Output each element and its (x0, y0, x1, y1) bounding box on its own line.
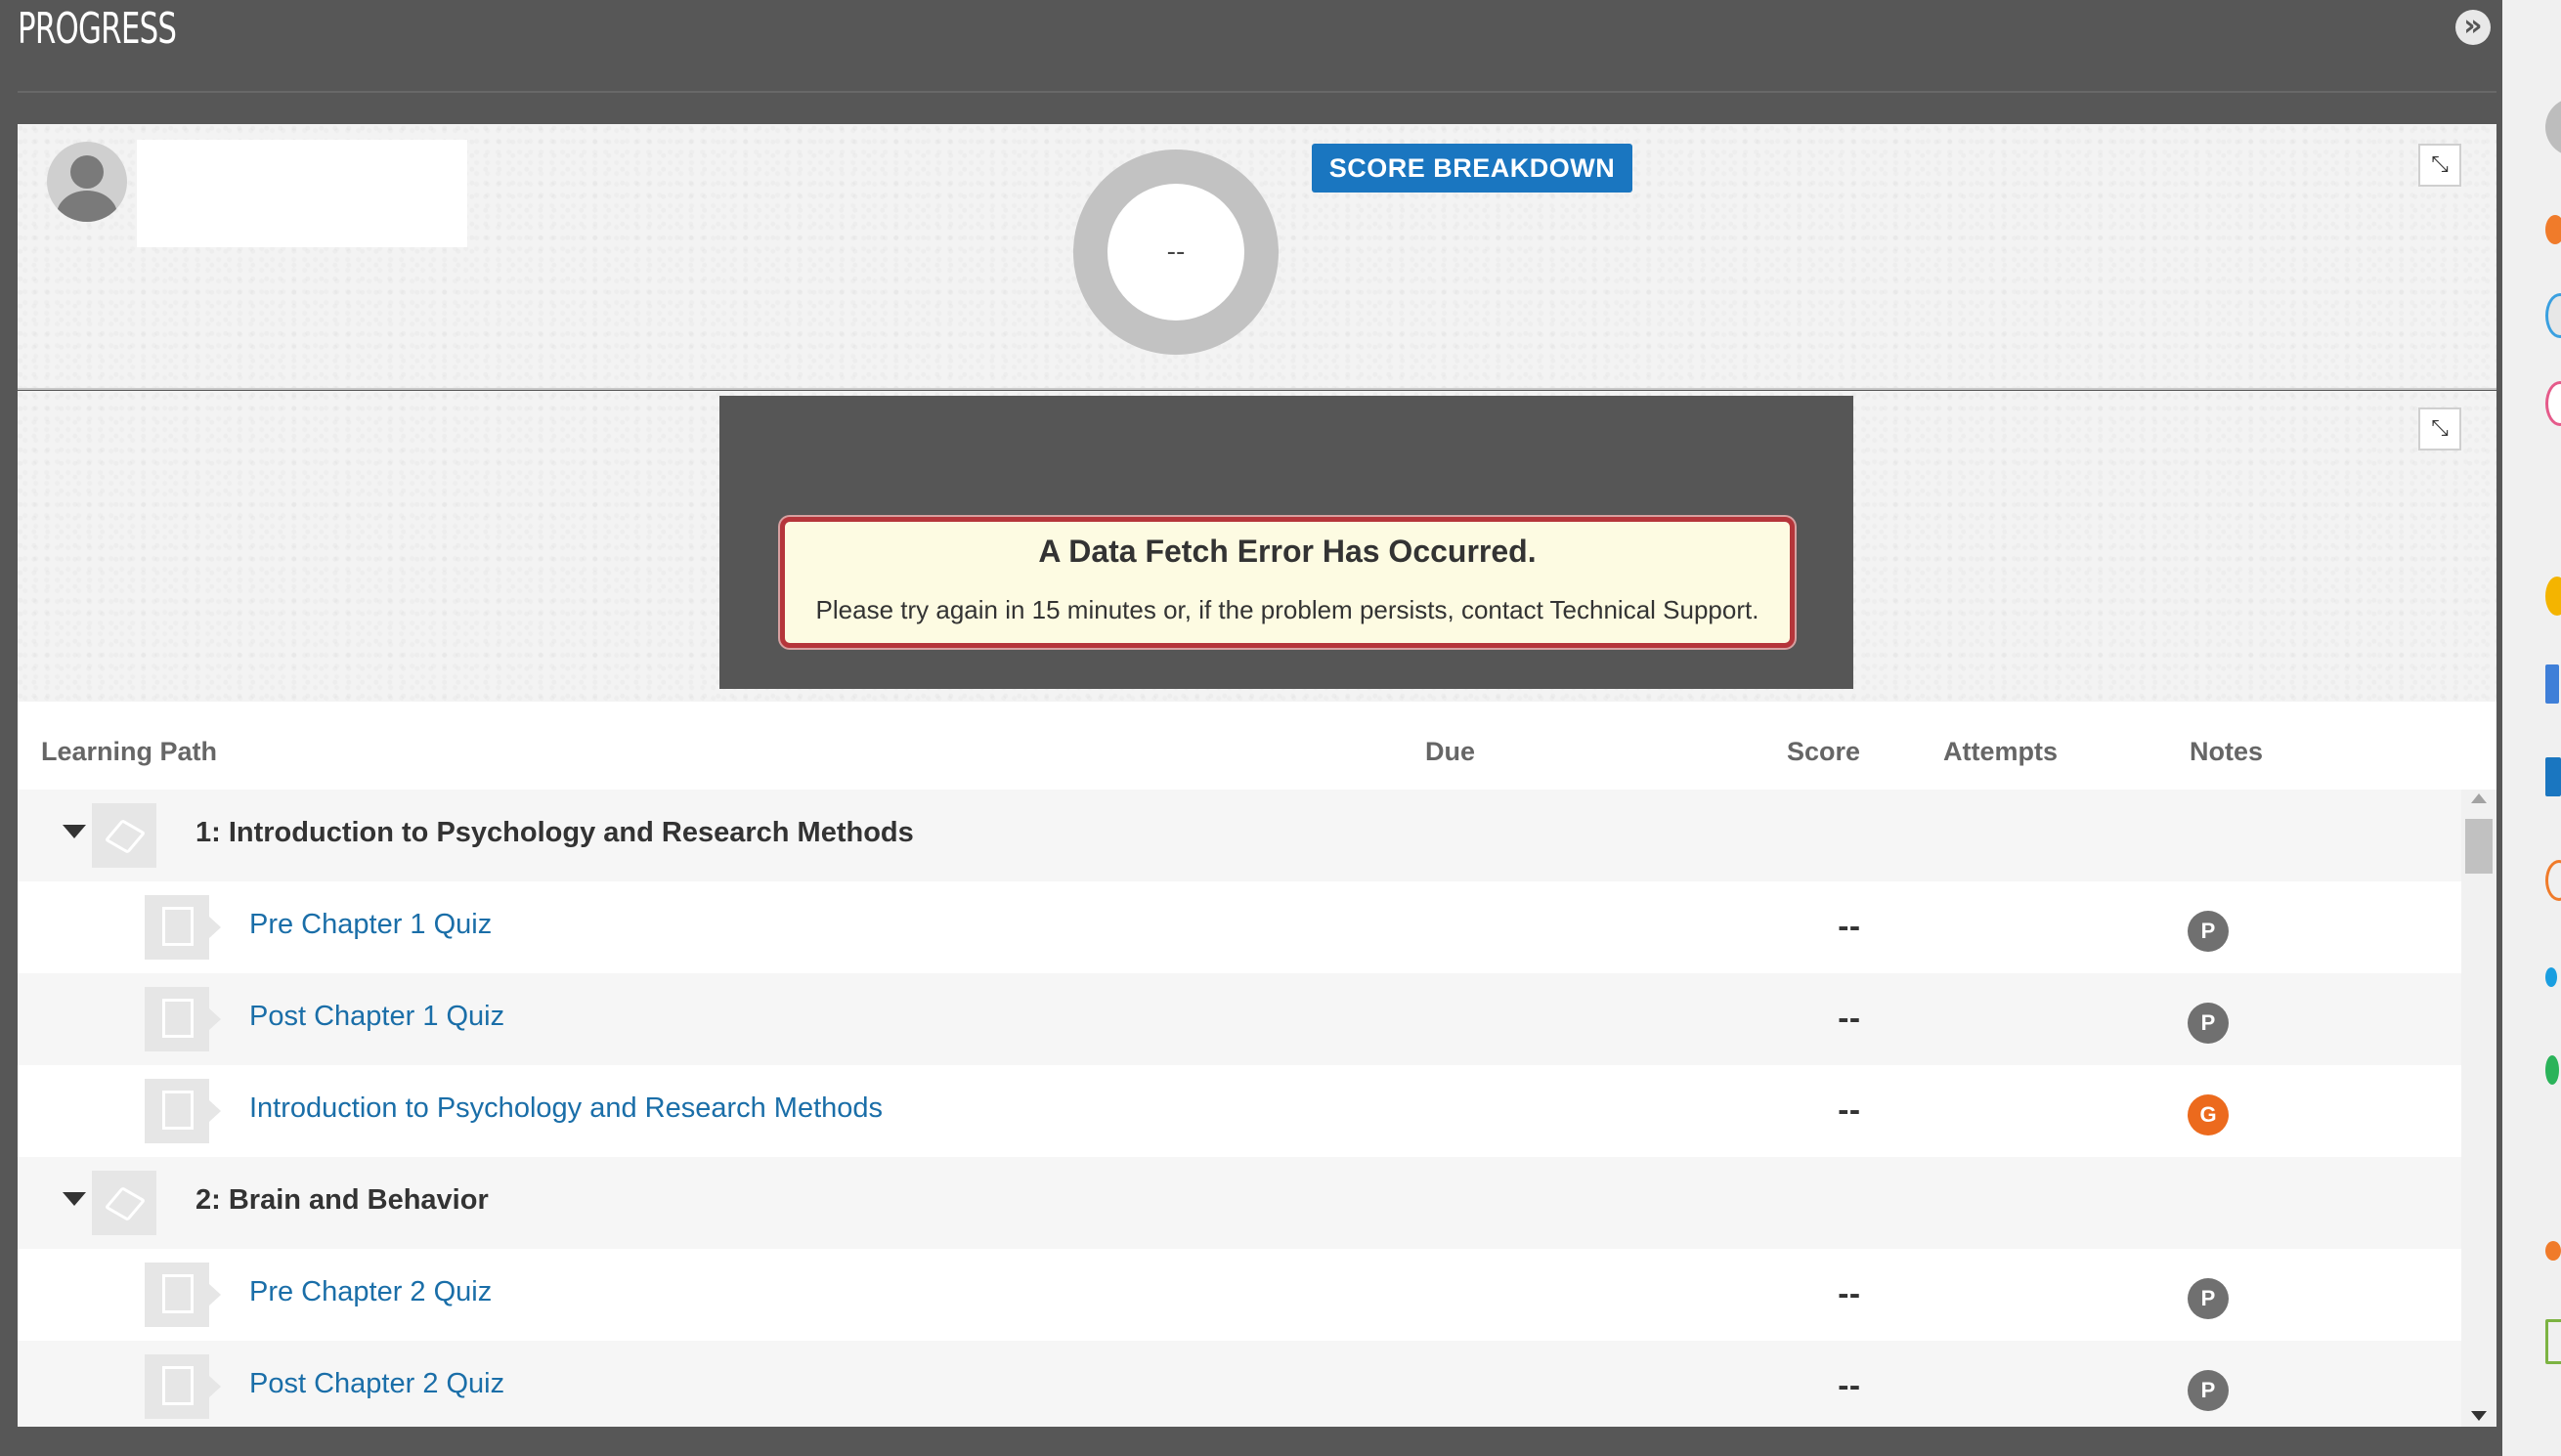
app-icon[interactable] (2545, 293, 2561, 338)
app-icon[interactable] (2545, 1055, 2559, 1085)
scrollbar-thumb[interactable] (2465, 819, 2493, 874)
column-header-attempts[interactable]: Attempts (1943, 737, 2058, 767)
column-header-notes[interactable]: Notes (2190, 737, 2263, 767)
table-row: Pre Chapter 2 Quiz -- P (18, 1249, 2461, 1341)
item-score: -- (1838, 911, 1861, 943)
app-icon[interactable] (2545, 381, 2561, 426)
note-badge[interactable]: G (2188, 1094, 2229, 1135)
app-icon[interactable] (2545, 1241, 2561, 1261)
avatar-body (57, 191, 117, 222)
right-app-bar (2502, 0, 2561, 1456)
scroll-up-arrow-icon[interactable] (2471, 793, 2487, 803)
module-cube-icon (92, 1171, 156, 1235)
error-title: A Data Fetch Error Has Occurred. (1038, 534, 1537, 569)
chapter-title: 2: Brain and Behavior (195, 1184, 489, 1216)
score-breakdown-button[interactable]: SCORE BREAKDOWN (1312, 144, 1632, 193)
column-header-score[interactable]: Score (1787, 737, 1860, 767)
app-icon[interactable] (2545, 215, 2561, 244)
item-link[interactable]: Introduction to Psychology and Research … (249, 1092, 883, 1125)
table-row: Pre Chapter 1 Quiz -- P (18, 881, 2461, 973)
collapse-chart-button[interactable]: ⤡ (2418, 407, 2461, 450)
quiz-document-icon (145, 895, 221, 960)
item-link[interactable]: Pre Chapter 1 Quiz (249, 909, 492, 941)
note-badge[interactable]: P (2188, 911, 2229, 952)
quiz-document-icon (145, 1263, 221, 1327)
app-icon[interactable] (2545, 967, 2557, 987)
note-badge[interactable]: P (2188, 1370, 2229, 1411)
app-icon[interactable] (2545, 577, 2561, 616)
score-ring-value: -- (1107, 184, 1244, 321)
app-icon[interactable] (2545, 860, 2561, 901)
item-score: -- (1838, 1278, 1861, 1310)
item-score: -- (1838, 1094, 1861, 1127)
collapse-summary-button[interactable]: ⤡ (2418, 144, 2461, 187)
quiz-document-icon (145, 1354, 221, 1419)
item-link[interactable]: Pre Chapter 2 Quiz (249, 1276, 492, 1308)
app-icon[interactable] (2545, 98, 2561, 156)
student-summary-panel: -- SCORE BREAKDOWN ⤡ (18, 124, 2496, 390)
avatar (47, 142, 127, 222)
table-row: Post Chapter 2 Quiz -- P (18, 1341, 2461, 1427)
table-row: Introduction to Psychology and Research … (18, 1065, 2461, 1157)
note-badge[interactable]: P (2188, 1278, 2229, 1319)
score-ring: -- (1073, 150, 1279, 355)
app-icon[interactable] (2545, 664, 2559, 704)
quiz-document-icon (145, 987, 221, 1051)
error-message: Please try again in 15 minutes or, if th… (815, 595, 1759, 624)
chart-panel: A Data Fetch Error Has Occurred. Please … (18, 391, 2496, 702)
header-divider (18, 91, 2496, 93)
app-icon[interactable] (2545, 757, 2561, 796)
error-dialog: A Data Fetch Error Has Occurred. Please … (780, 517, 1795, 648)
item-link[interactable]: Post Chapter 1 Quiz (249, 1001, 504, 1033)
collapse-arrows-icon: ⤡ (2431, 416, 2449, 441)
double-chevron-right-icon: » (2463, 9, 2483, 43)
table-scrollbar[interactable] (2461, 790, 2496, 1427)
note-badge[interactable]: P (2188, 1003, 2229, 1044)
item-link[interactable]: Post Chapter 2 Quiz (249, 1368, 504, 1400)
table-row-chapter[interactable]: 1: Introduction to Psychology and Resear… (18, 790, 2461, 881)
collapse-arrows-icon: ⤡ (2431, 152, 2449, 177)
avatar-head (70, 155, 104, 189)
quiz-document-icon (145, 1079, 221, 1143)
table-row: Post Chapter 1 Quiz -- P (18, 973, 2461, 1065)
app-icon[interactable] (2545, 1319, 2561, 1364)
page-title: PROGRESS (18, 4, 177, 54)
column-header-due[interactable]: Due (1425, 737, 1475, 767)
item-score: -- (1838, 1370, 1861, 1402)
chapter-title: 1: Introduction to Psychology and Resear… (195, 817, 914, 848)
learning-path-table: Learning Path Due Score Attempts Notes 1… (18, 702, 2496, 1427)
module-cube-icon (92, 803, 156, 868)
expand-panel-button[interactable]: » (2455, 10, 2491, 45)
student-name-box (137, 140, 467, 247)
column-header-learning-path[interactable]: Learning Path (41, 737, 217, 767)
chart-area: A Data Fetch Error Has Occurred. Please … (719, 396, 1853, 689)
collapse-triangle-icon[interactable] (63, 825, 86, 838)
item-score: -- (1838, 1003, 1861, 1035)
table-row-chapter[interactable]: 2: Brain and Behavior (18, 1157, 2461, 1249)
collapse-triangle-icon[interactable] (63, 1192, 86, 1206)
scroll-down-arrow-icon[interactable] (2471, 1411, 2487, 1421)
